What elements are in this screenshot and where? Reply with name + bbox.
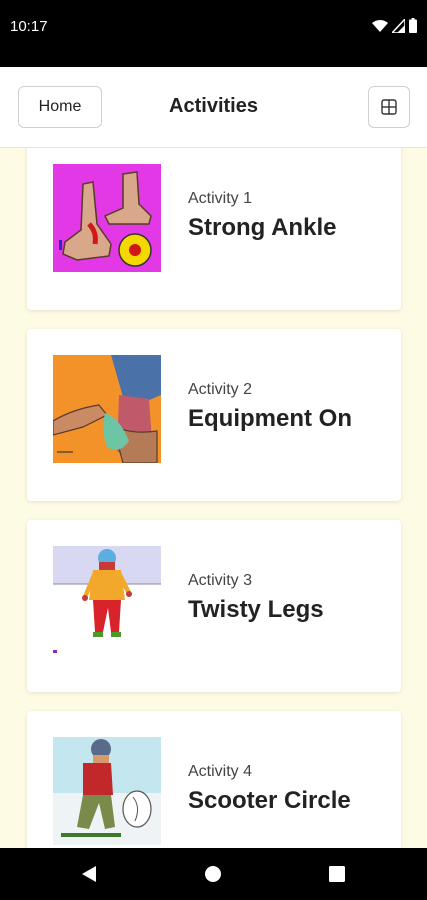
home-circle-icon[interactable] <box>204 865 222 883</box>
activity-2-title: Equipment On <box>188 405 352 432</box>
status-bar: 10:17 <box>0 0 427 67</box>
status-time: 10:17 <box>10 18 48 35</box>
activity-card-3[interactable]: Activity 3 Twisty Legs <box>27 520 401 692</box>
recents-icon[interactable] <box>329 866 345 882</box>
activity-list: Activity 1 Strong Ankle Activity 2 Equip… <box>0 148 427 848</box>
signal-icon <box>392 18 405 33</box>
app-header: Home Activities <box>0 67 427 148</box>
activity-card-1[interactable]: Activity 1 Strong Ankle <box>27 148 401 310</box>
activity-4-title: Scooter Circle <box>188 787 351 814</box>
activity-3-subtitle: Activity 3 <box>188 572 253 589</box>
activity-4-image <box>53 737 161 845</box>
activity-1-title: Strong Ankle <box>188 214 337 241</box>
activity-2-image <box>53 355 161 463</box>
activity-3-image <box>53 546 161 654</box>
page-title: Activities <box>169 95 258 117</box>
grid-view-icon <box>381 99 397 115</box>
status-icons <box>372 18 417 33</box>
activity-card-4[interactable]: Activity 4 Scooter Circle <box>27 711 401 848</box>
battery-icon <box>409 18 417 33</box>
wifi-icon <box>372 19 388 32</box>
system-navigation-bar <box>0 848 427 900</box>
grid-view-button[interactable] <box>368 86 410 128</box>
activity-1-subtitle: Activity 1 <box>188 190 253 207</box>
activity-2-subtitle: Activity 2 <box>188 381 253 398</box>
activity-1-image <box>53 164 161 272</box>
activity-4-subtitle: Activity 4 <box>188 763 253 780</box>
activity-card-2[interactable]: Activity 2 Equipment On <box>27 329 401 501</box>
back-icon[interactable] <box>80 865 98 883</box>
activity-3-title: Twisty Legs <box>188 596 324 623</box>
